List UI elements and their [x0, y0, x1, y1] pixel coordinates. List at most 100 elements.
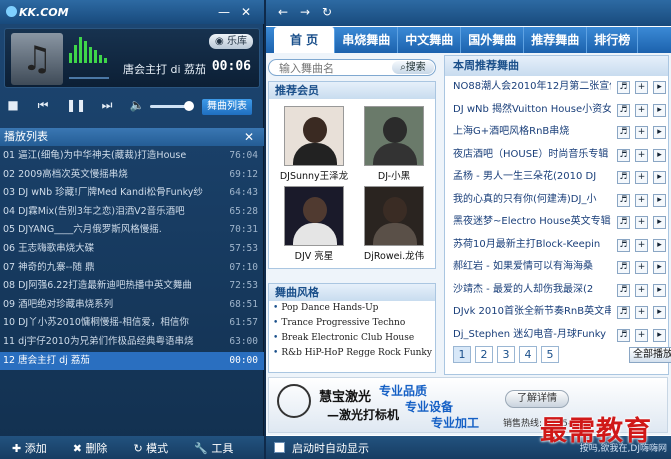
pause-icon[interactable]: ❚❚ [66, 98, 86, 112]
play-icon[interactable]: ▸ [653, 193, 666, 207]
play-all-button[interactable]: 全部播放 [629, 347, 671, 363]
play-icon[interactable]: ▸ [653, 81, 666, 94]
headphone-icon[interactable]: ♬ [617, 171, 630, 184]
tab-category[interactable]: 中文舞曲 [398, 27, 462, 53]
play-icon[interactable]: ▸ [653, 283, 666, 297]
add-icon[interactable]: + [635, 306, 648, 319]
style-link[interactable]: Break Electronic Club House [269, 331, 435, 346]
member-card[interactable]: DJSunny王泽龙 [275, 106, 353, 182]
playback-progress[interactable] [69, 77, 109, 79]
tab-category[interactable]: 排行榜 [587, 27, 639, 53]
playlist-item[interactable]: 11 dj宇仔2010为兄弟们作极品经典粤语串烧 63:00 [0, 333, 264, 352]
forward-arrow-icon[interactable]: → [300, 5, 310, 19]
song-row[interactable]: 上海G+酒吧风格RnB串烧 ♬ + ▸ [445, 121, 668, 144]
song-row[interactable]: 郝红岩 - 如果爱情可以有海海桑 ♬ + ▸ [445, 256, 668, 279]
add-icon[interactable]: + [635, 216, 648, 229]
headphone-icon[interactable]: ♬ [617, 148, 630, 162]
song-row[interactable]: 我的心真的只有你(何建涛)DJ_小 ♬ + ▸ [445, 189, 668, 212]
playlist-item[interactable]: 07 神奇的九寨--随 鼎 07:10 [0, 259, 264, 278]
play-icon[interactable]: ▸ [653, 103, 666, 117]
add-icon[interactable]: + [635, 148, 648, 162]
autostart-checkbox[interactable] [274, 442, 285, 453]
add-icon[interactable]: + [635, 103, 648, 117]
add-icon[interactable]: + [635, 171, 648, 184]
next-icon[interactable]: ⏭ [98, 98, 116, 113]
member-card[interactable]: DjRowei.龙伟 [355, 186, 433, 262]
member-card[interactable]: DJ-小黑 [355, 106, 433, 182]
song-row[interactable]: 孟杨 - 男人一生三朵花(2010 DJ ♬ + ▸ [445, 166, 668, 189]
add-icon[interactable]: + [635, 283, 648, 297]
headphone-icon[interactable]: ♬ [617, 81, 630, 94]
add-button[interactable]: ✚ 添加 [12, 440, 47, 456]
headphone-icon[interactable]: ♬ [617, 126, 630, 139]
play-icon[interactable]: ▸ [653, 126, 666, 139]
tab-category[interactable]: 串烧舞曲 [335, 27, 399, 53]
volume-icon[interactable]: 🔈 [128, 98, 146, 112]
headphone-icon[interactable]: ♬ [617, 261, 630, 274]
playlist-item[interactable]: 10 DJ丫小苏2010慵桐慢摇-相信爱，相信你 61:57 [0, 314, 264, 333]
add-icon[interactable]: + [635, 126, 648, 139]
add-icon[interactable]: + [635, 328, 648, 342]
play-icon[interactable]: ▸ [653, 261, 666, 274]
volume-slider-handle[interactable] [184, 101, 194, 111]
headphone-icon[interactable]: ♬ [617, 216, 630, 229]
song-row[interactable]: 黑夜迷梦~Electro House英文专辑 ♬ + ▸ [445, 211, 668, 234]
playlist-item[interactable]: 03 DJ wNb 珍藏!厂牌Med Kandi松骨Funky纱 64:43 [0, 184, 264, 203]
playlist-item[interactable]: 06 王志嗨歌串烧大碟 57:53 [0, 240, 264, 259]
headphone-icon[interactable]: ♬ [617, 193, 630, 207]
playlist-item[interactable]: 12 唐会主打 dj 荔茄 00:00 [0, 351, 264, 371]
member-card[interactable]: DJV 亮星 [275, 186, 353, 262]
refresh-icon[interactable]: ↻ [322, 5, 332, 19]
headphone-icon[interactable]: ♬ [617, 306, 630, 319]
song-row[interactable]: 夜店酒吧（HOUSE）时尚音乐专辑 ♬ + ▸ [445, 144, 668, 167]
headphone-icon[interactable]: ♬ [617, 328, 630, 342]
add-icon[interactable]: + [635, 81, 648, 94]
page-number[interactable]: 1 [453, 346, 471, 363]
play-icon[interactable]: ▸ [653, 306, 666, 319]
play-icon[interactable]: ▸ [653, 148, 666, 162]
stop-icon[interactable]: ■ [4, 98, 22, 112]
mode-button[interactable]: ↻ 模式 [133, 440, 168, 456]
dance-list-button[interactable]: 舞曲列表 [202, 99, 252, 115]
song-row[interactable]: DJvk 2010首张全新节奏RnB英文串 ♬ + ▸ [445, 301, 668, 324]
style-link[interactable]: R&b HiP-HoP Regge Rock Funky [269, 346, 435, 361]
search-input[interactable] [279, 61, 389, 75]
page-number[interactable]: 5 [541, 346, 559, 363]
headphone-icon[interactable]: ♬ [617, 238, 630, 252]
style-link[interactable]: Pop Dance Hands-Up [269, 301, 435, 316]
headphone-icon[interactable]: ♬ [617, 103, 630, 117]
playlist-item[interactable]: 08 DJ阿强6.22打造最新迪吧热播中英文舞曲 72:53 [0, 277, 264, 296]
play-icon[interactable]: ▸ [653, 216, 666, 229]
playlist-item[interactable]: 05 DJYANG____六月俄罗斯风格慢摇. 70:31 [0, 221, 264, 240]
player-titlebar[interactable]: KK.COM — ✕ [0, 0, 264, 24]
play-icon[interactable]: ▸ [653, 171, 666, 184]
playlist-item[interactable]: 02 2009高档次英文慢摇串烧 69:12 [0, 166, 264, 185]
close-playlist-icon[interactable]: ✕ [244, 128, 254, 146]
style-link[interactable]: Trance Progressive Techno [269, 316, 435, 331]
learn-more-button[interactable]: 了解详情 [505, 390, 569, 408]
add-icon[interactable]: + [635, 261, 648, 274]
song-row[interactable]: Dj_Stephen 迷幻电音-月球Funky ♬ + ▸ [445, 324, 668, 347]
add-icon[interactable]: + [635, 193, 648, 207]
tools-button[interactable]: 🔧 工具 [194, 440, 233, 456]
page-number[interactable]: 2 [475, 346, 493, 363]
search-button[interactable]: ⌕搜索 [392, 61, 434, 74]
tab-category[interactable]: 推荐舞曲 [524, 27, 588, 53]
add-icon[interactable]: + [635, 238, 648, 252]
playlist-item[interactable]: 09 酒吧绝对珍藏串烧系列 68:51 [0, 296, 264, 315]
back-arrow-icon[interactable]: ← [278, 5, 288, 19]
headphone-icon[interactable]: ♬ [617, 283, 630, 297]
song-row[interactable]: 苏荷10月最新主打Block-Keepin ♬ + ▸ [445, 234, 668, 257]
delete-button[interactable]: ✖ 删除 [73, 440, 108, 456]
music-library-button[interactable]: ◉ 乐库 [209, 34, 253, 49]
song-row[interactable]: 沙靖杰 - 最爱的人却伤我最深(2 ♬ + ▸ [445, 279, 668, 302]
playlist-item[interactable]: 04 DJ霖Mix(告别3年之恋)泪洒V2音乐酒吧 65:28 [0, 203, 264, 222]
song-row[interactable]: NO88潮人会2010年12月第二张宣传 ♬ + ▸ [445, 76, 668, 99]
tab-category[interactable]: 国外舞曲 [461, 27, 525, 53]
playlist-item[interactable]: 01 逼江(细龟)为中华神夫(藏裁)打造House 76:04 [0, 147, 264, 166]
play-icon[interactable]: ▸ [653, 238, 666, 252]
previous-icon[interactable]: ⏮ [34, 98, 52, 113]
song-row[interactable]: DJ wNb 揭然Vuitton House小资女 ♬ + ▸ [445, 99, 668, 122]
page-number[interactable]: 4 [519, 346, 537, 363]
minimize-icon[interactable]: — [216, 4, 232, 20]
